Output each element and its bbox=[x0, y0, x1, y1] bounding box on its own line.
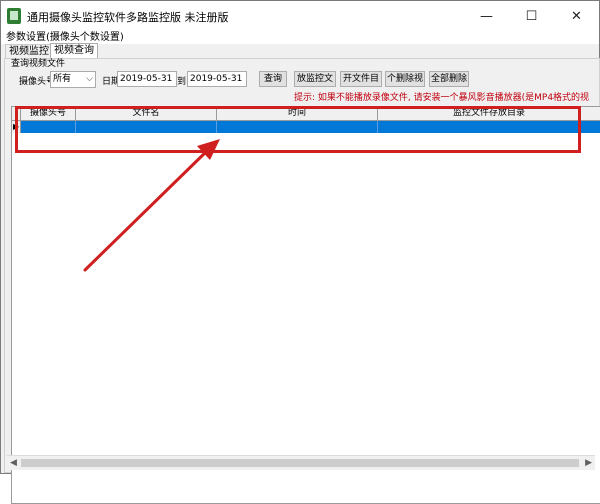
minimize-button[interactable]: — bbox=[464, 1, 509, 31]
minimize-icon: — bbox=[480, 8, 493, 24]
table-cell[interactable] bbox=[76, 121, 217, 133]
table-header: 摄像头号 文件名 时间 监控文件存放目录 bbox=[12, 107, 600, 121]
table-row[interactable] bbox=[21, 121, 600, 133]
group-label: 查询视频文件 bbox=[11, 59, 66, 69]
chevron-down-icon: ⌵ bbox=[86, 74, 93, 84]
table-cell[interactable] bbox=[217, 121, 378, 133]
close-icon: ✕ bbox=[571, 8, 582, 24]
camera-select-value: 所有 bbox=[53, 74, 72, 84]
header-corner bbox=[12, 107, 21, 120]
query-panel: 查询视频文件 摄像头号 所有 ⌵ 日期 2019-05-31 到 2019-05… bbox=[4, 58, 600, 504]
query-button[interactable]: 查询 bbox=[259, 71, 287, 87]
delete-one-button[interactable]: 个删除视 bbox=[385, 71, 425, 87]
file-table[interactable]: 摄像头号 文件名 时间 监控文件存放目录 ▶ bbox=[11, 106, 600, 504]
tab-video-monitor[interactable]: 视频监控 bbox=[5, 44, 53, 59]
app-window: 通用摄像头监控软件多路监控版 未注册版 — ☐ ✕ 参数设置(摄像头个数设置) … bbox=[0, 0, 600, 504]
column-header-time[interactable]: 时间 bbox=[217, 107, 378, 120]
current-row-arrow-icon: ▶ bbox=[13, 122, 20, 131]
play-file-button[interactable]: 放监控文 bbox=[294, 71, 336, 87]
scrollbar-thumb[interactable] bbox=[21, 459, 579, 467]
tab-strip: 视频监控 视频查询 bbox=[1, 43, 599, 59]
table-cell[interactable] bbox=[21, 121, 76, 133]
window-title: 通用摄像头监控软件多路监控版 未注册版 bbox=[27, 11, 229, 24]
hint-text: 提示: 如果不能播放录像文件, 请安装一个暴风影音播放器(是MP4格式的视 bbox=[294, 93, 590, 103]
date-from-field[interactable]: 2019-05-31 bbox=[117, 71, 177, 87]
camera-select[interactable]: 所有 ⌵ bbox=[50, 71, 96, 88]
delete-all-button[interactable]: 全部删除 bbox=[429, 71, 469, 87]
column-header-filename[interactable]: 文件名 bbox=[76, 107, 217, 120]
close-button[interactable]: ✕ bbox=[554, 1, 599, 31]
date-to-field[interactable]: 2019-05-31 bbox=[187, 71, 247, 87]
scroll-left-icon[interactable]: ◀ bbox=[10, 456, 17, 470]
open-folder-button[interactable]: 开文件目 bbox=[340, 71, 382, 87]
maximize-button[interactable]: ☐ bbox=[509, 1, 554, 31]
tab-video-query[interactable]: 视频查询 bbox=[50, 43, 98, 59]
horizontal-scrollbar[interactable]: ◀ ▶ bbox=[7, 455, 595, 470]
scroll-right-icon[interactable]: ▶ bbox=[585, 456, 592, 470]
title-bar[interactable]: 通用摄像头监控软件多路监控版 未注册版 — ☐ ✕ bbox=[1, 1, 599, 31]
column-header-directory[interactable]: 监控文件存放目录 bbox=[378, 107, 600, 120]
row-indicator: ▶ bbox=[12, 121, 21, 133]
column-header-camera[interactable]: 摄像头号 bbox=[21, 107, 76, 120]
table-cell[interactable] bbox=[378, 121, 600, 133]
app-icon bbox=[7, 8, 21, 24]
maximize-icon: ☐ bbox=[525, 8, 538, 24]
to-label: 到 bbox=[177, 77, 187, 87]
